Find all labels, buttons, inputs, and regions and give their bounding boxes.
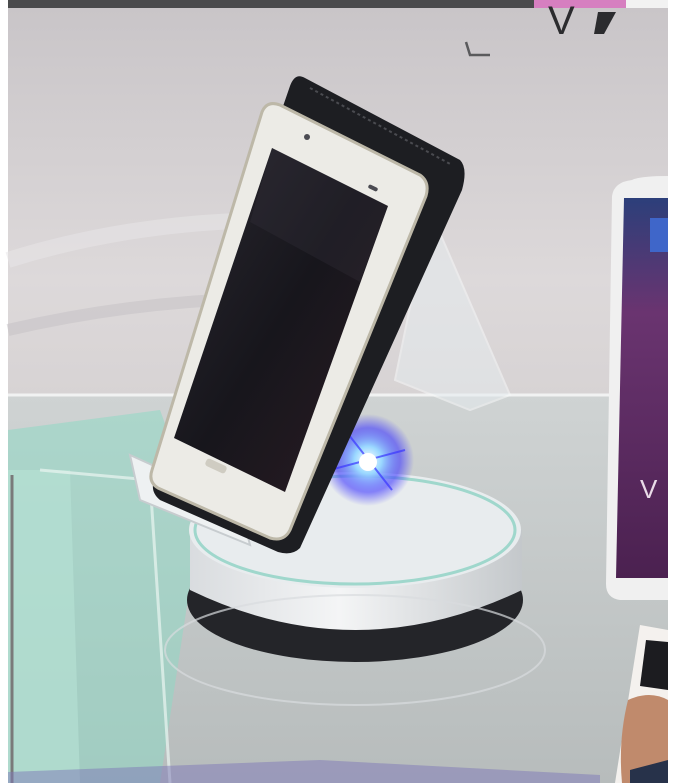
front-camera-icon bbox=[304, 134, 310, 140]
led-center bbox=[359, 453, 377, 471]
wall-sign-letter: V bbox=[548, 0, 575, 43]
top-sign-white bbox=[626, 0, 668, 8]
right-phone-widget bbox=[650, 218, 668, 252]
top-sign-bar bbox=[8, 0, 534, 8]
right-phone-screen bbox=[616, 198, 668, 578]
photo-scene: V V bbox=[0, 0, 675, 783]
teal-glass-edge bbox=[8, 470, 80, 783]
photo-canvas: V V bbox=[0, 0, 675, 783]
right-phone-screen-text: V bbox=[640, 474, 658, 504]
